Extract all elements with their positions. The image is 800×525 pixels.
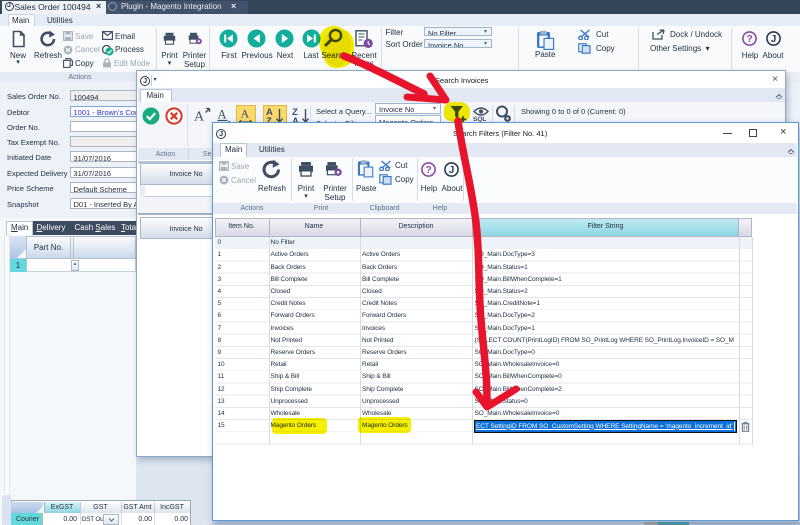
svg-text:A: A [194,110,205,125]
svg-text:A: A [240,106,249,120]
svg-text:A: A [218,108,227,122]
svg-text:?: ? [746,34,752,45]
svg-text:?: ? [425,165,431,176]
svg-text:J: J [771,34,777,45]
svg-text:J: J [449,165,455,176]
